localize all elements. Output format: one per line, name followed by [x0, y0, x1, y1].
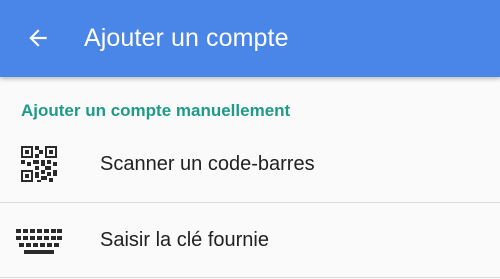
- back-button[interactable]: [14, 16, 62, 60]
- qr-code-icon: [16, 141, 62, 187]
- enter-key-label: Saisir la clé fournie: [100, 229, 269, 251]
- app-bar: Ajouter un compte: [0, 0, 500, 77]
- section-header: Ajouter un compte manuellement: [21, 101, 291, 120]
- keyboard-icon: [16, 217, 62, 263]
- scan-barcode-item[interactable]: Scanner un code-barres: [0, 127, 500, 202]
- enter-key-item[interactable]: Saisir la clé fournie: [0, 203, 500, 278]
- arrow-left-icon: [29, 29, 47, 47]
- page-title: Ajouter un compte: [84, 24, 289, 52]
- divider: [0, 277, 500, 278]
- scan-barcode-label: Scanner un code-barres: [100, 153, 315, 175]
